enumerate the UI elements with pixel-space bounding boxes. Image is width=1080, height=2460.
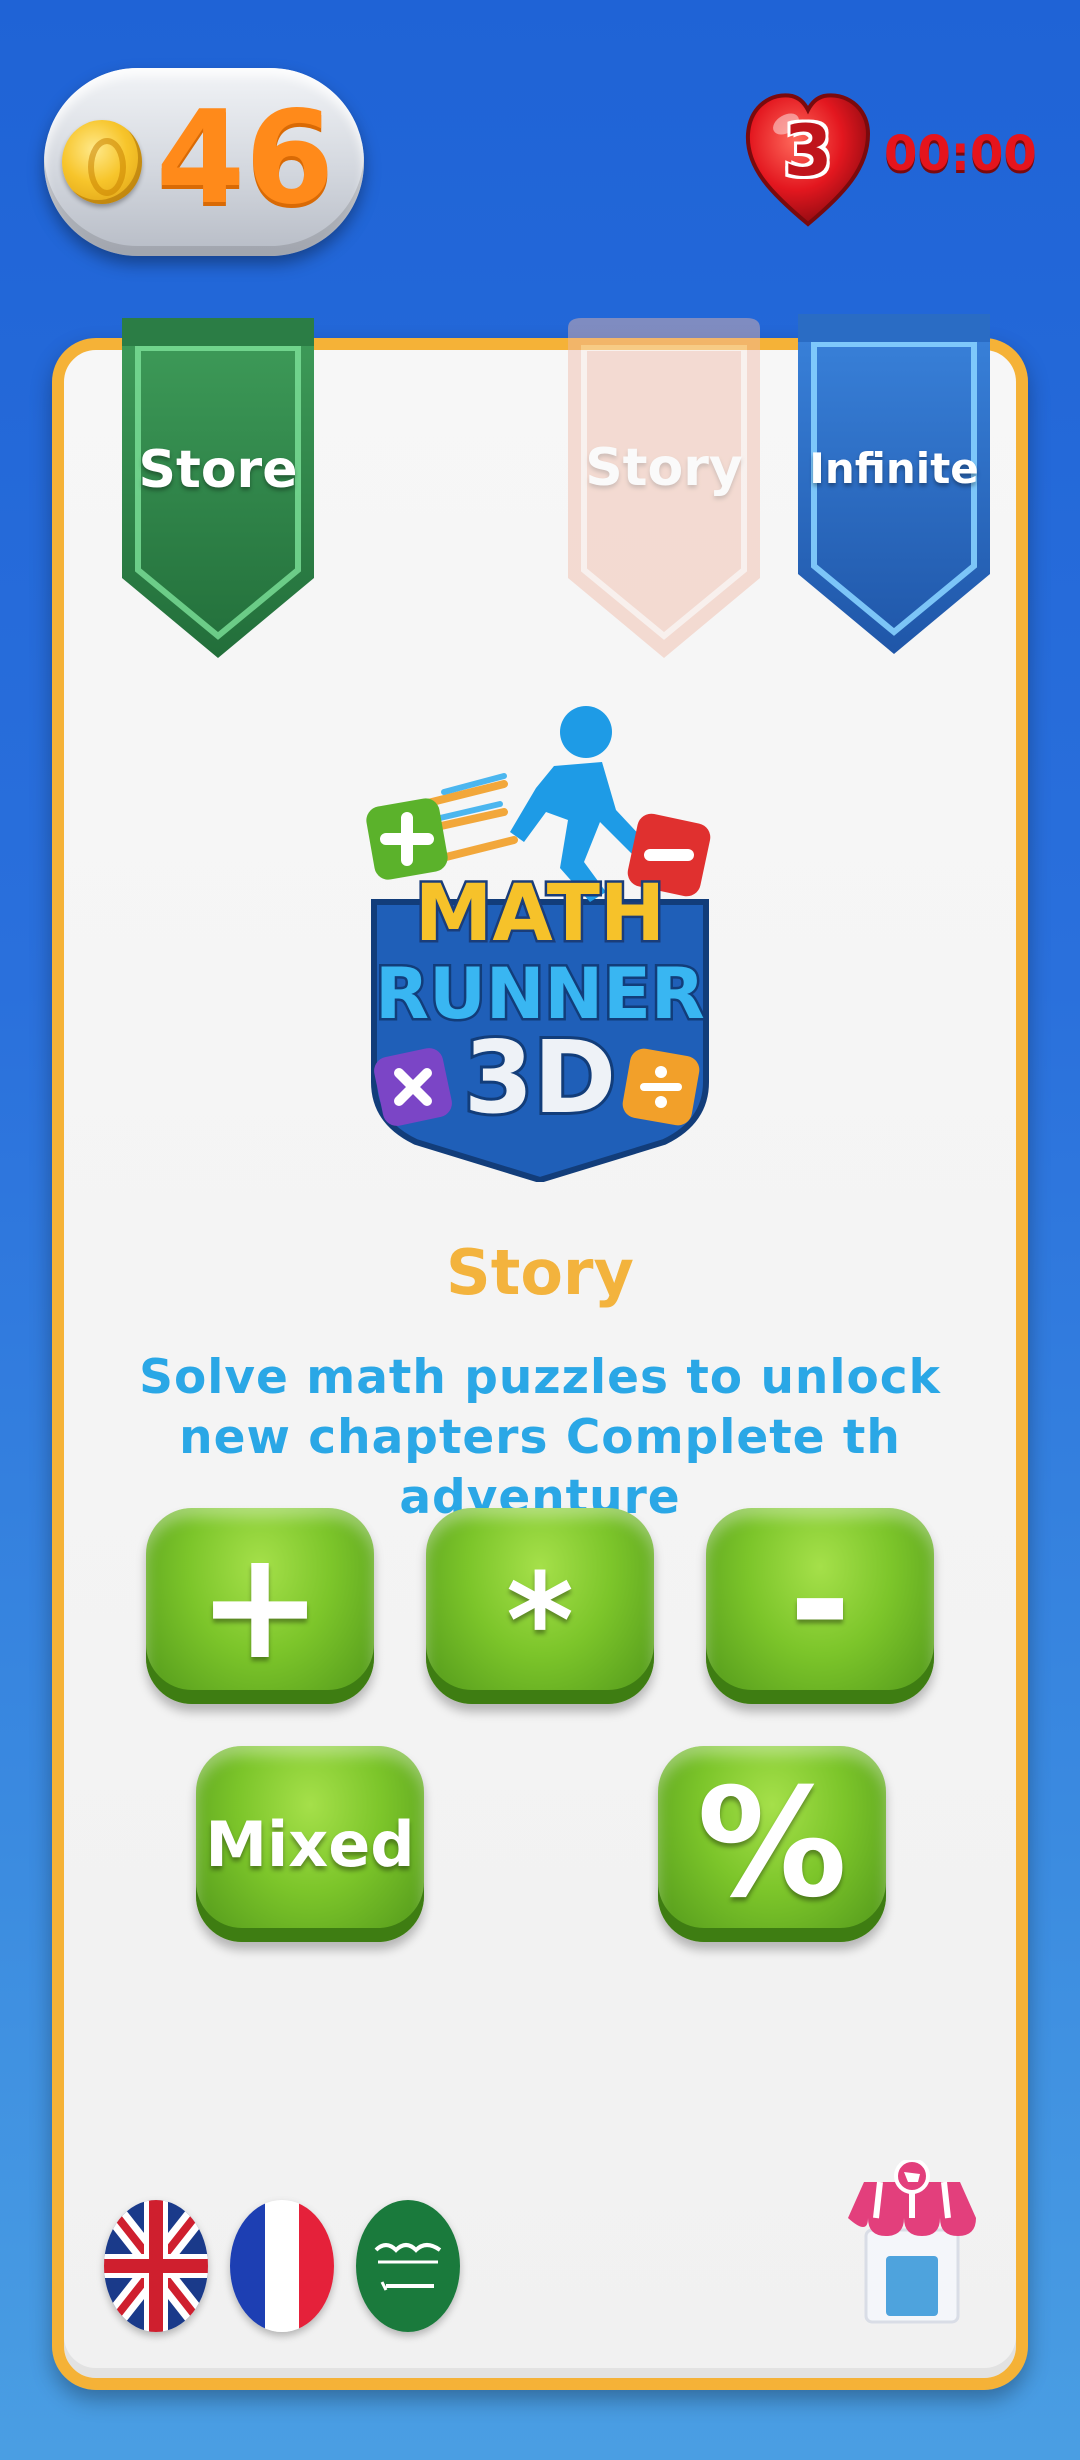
tab-story-label: Story bbox=[585, 438, 743, 498]
coin-icon bbox=[62, 120, 142, 204]
tab-store-label: Store bbox=[138, 440, 298, 500]
tab-infinite-label: Infinite bbox=[809, 444, 979, 493]
game-logo: MATH RUNNER 3D bbox=[354, 692, 726, 1184]
divide-tile-icon bbox=[622, 1048, 700, 1126]
add-button[interactable]: + bbox=[146, 1508, 374, 1704]
tab-infinite[interactable]: Infinite bbox=[792, 314, 996, 664]
tab-story[interactable]: Story bbox=[562, 318, 766, 668]
times-tile-icon bbox=[374, 1048, 452, 1126]
tab-store[interactable]: Store bbox=[116, 318, 320, 668]
timer: 00:00 bbox=[884, 126, 1037, 182]
coin-counter: 46 bbox=[44, 68, 364, 256]
lives-count: 3 bbox=[783, 110, 833, 192]
logo-line3: 3D bbox=[464, 1019, 617, 1136]
mode-title: Story bbox=[446, 1236, 634, 1309]
english-flag[interactable] bbox=[104, 2200, 208, 2332]
percent-button[interactable]: % bbox=[658, 1746, 886, 1942]
mixed-button[interactable]: Mixed bbox=[196, 1746, 424, 1942]
lives-indicator: 3 bbox=[742, 84, 874, 234]
shop-icon[interactable] bbox=[840, 2158, 984, 2332]
logo-line1: MATH bbox=[415, 869, 665, 959]
french-flag[interactable] bbox=[230, 2200, 334, 2332]
subtract-button[interactable]: - bbox=[706, 1508, 934, 1704]
multiply-button[interactable]: * bbox=[426, 1508, 654, 1704]
coin-count: 46 bbox=[156, 84, 335, 233]
saudi-flag[interactable] bbox=[356, 2200, 460, 2332]
mode-description: Solve math puzzles to unlock new chapter… bbox=[139, 1350, 941, 1525]
